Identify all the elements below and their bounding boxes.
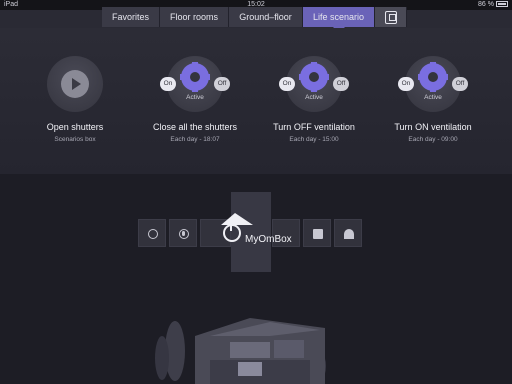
on-toggle[interactable]: On [398, 77, 414, 91]
camera-button[interactable] [303, 219, 331, 247]
gear-icon [299, 66, 329, 88]
power-icon[interactable] [223, 222, 241, 242]
off-toggle[interactable]: Off [214, 77, 230, 91]
off-toggle[interactable]: Off [452, 77, 468, 91]
scenario-title: Open shutters [46, 122, 104, 132]
scenario-subtitle: Each day - 09:00 [408, 136, 458, 143]
scenario-subtitle: Scenarios box [54, 136, 96, 143]
lights-button[interactable] [138, 219, 166, 247]
weather-icon [344, 229, 354, 239]
on-toggle[interactable]: On [279, 77, 295, 91]
active-label: Active [305, 94, 323, 101]
gear-icon [418, 66, 448, 88]
active-label: Active [186, 94, 204, 101]
camera-icon [313, 229, 323, 239]
brand-logo: MyOmBox [245, 234, 292, 245]
mic-icon [179, 229, 189, 239]
on-toggle[interactable]: On [160, 77, 176, 91]
tab-device[interactable] [375, 7, 407, 27]
device-icon [385, 11, 397, 24]
house-illustration [150, 296, 370, 384]
bulb-icon [148, 229, 158, 239]
tab-floor-rooms[interactable]: Floor rooms [160, 7, 229, 27]
scenario-title: Close all the shutters [152, 122, 238, 132]
scenario-area: Open shutters Scenarios box Active On Of… [0, 28, 512, 174]
scenario-subtitle: Each day - 18:07 [170, 136, 220, 143]
scenario-title: Turn OFF ventilation [273, 122, 355, 132]
off-toggle[interactable]: Off [333, 77, 349, 91]
play-icon[interactable] [61, 70, 89, 98]
scenario-subtitle: Each day - 15:00 [289, 136, 339, 143]
scenario-title: Turn ON ventilation [394, 122, 472, 132]
tab-ground-floor[interactable]: Ground–floor [229, 7, 303, 27]
battery-icon [496, 1, 508, 7]
audio-button[interactable] [169, 219, 197, 247]
tab-favorites[interactable]: Favorites [102, 7, 160, 27]
battery-label: 86 % [478, 1, 494, 8]
battery-status: 86 % [478, 0, 508, 10]
active-label: Active [424, 94, 442, 101]
gear-icon [180, 66, 210, 88]
tab-bar: Favorites Floor rooms Ground–floor Life … [102, 7, 407, 33]
tab-life-scenario[interactable]: Life scenario [303, 7, 375, 33]
weather-button[interactable] [334, 219, 362, 247]
scenario-button[interactable] [47, 56, 103, 112]
house-roof-icon [221, 213, 253, 225]
